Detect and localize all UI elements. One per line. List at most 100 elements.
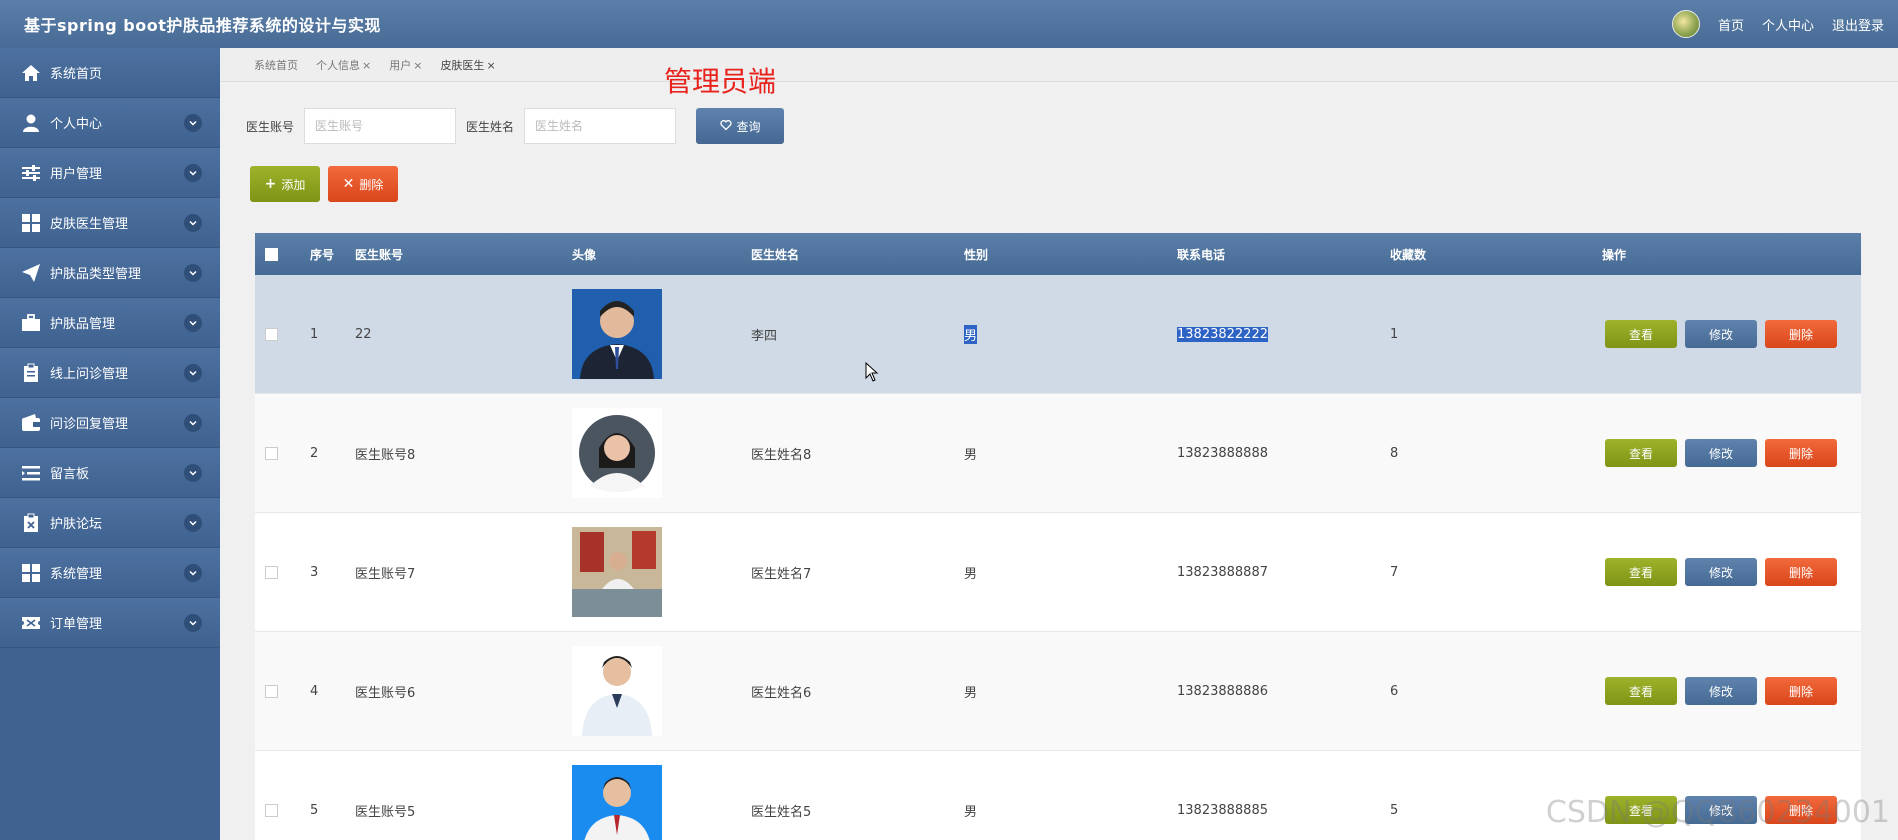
- cell-phone: 13823822222: [1177, 326, 1268, 342]
- row-checkbox[interactable]: [265, 327, 278, 341]
- table-header: 序号 医生账号 头像 医生姓名 性别 联系电话 收藏数 操作: [255, 233, 1861, 275]
- view-button[interactable]: 查看: [1605, 439, 1677, 467]
- edit-button[interactable]: 修改: [1685, 677, 1757, 705]
- sidebar-item-home[interactable]: 系统首页: [0, 48, 220, 98]
- cell-gender: 男: [964, 324, 978, 344]
- sidebar-item-consultations[interactable]: 线上问诊管理: [0, 348, 220, 398]
- chevron-down-icon[interactable]: [184, 313, 202, 332]
- row-checkbox[interactable]: [265, 565, 278, 579]
- cell-gender: 男: [964, 566, 978, 582]
- chevron-down-icon[interactable]: [184, 563, 202, 582]
- sidebar-item-product-types[interactable]: 护肤品类型管理: [0, 248, 220, 298]
- sidebar-item-label: 系统管理: [50, 567, 103, 582]
- delete-button[interactable]: 删除: [1765, 677, 1837, 705]
- doctor-photo: [572, 289, 662, 379]
- add-button[interactable]: + 添加: [250, 166, 320, 202]
- home-icon: [20, 62, 42, 84]
- nav-profile-link[interactable]: 个人中心: [1762, 15, 1814, 34]
- row-checkbox[interactable]: [265, 446, 278, 460]
- table-row[interactable]: 2 医生账号8 医生姓名8 男 13823888888 8 查看 修改 删除: [255, 394, 1861, 513]
- chevron-down-icon[interactable]: [184, 113, 202, 132]
- sidebar-item-products[interactable]: 护肤品管理: [0, 298, 220, 348]
- sidebar-item-system[interactable]: 系统管理: [0, 548, 220, 598]
- chevron-down-icon[interactable]: [184, 613, 202, 632]
- account-search-input[interactable]: [304, 108, 457, 144]
- edit-button[interactable]: 修改: [1685, 558, 1757, 586]
- chevron-down-icon[interactable]: [184, 263, 202, 282]
- sidebar-item-doctors[interactable]: 皮肤医生管理: [0, 198, 220, 248]
- header-name: 医生姓名: [751, 247, 800, 262]
- tab-bar: 系统首页 个人信息 × 用户 × 皮肤医生 ×: [220, 48, 1898, 82]
- edit-button[interactable]: 修改: [1685, 439, 1757, 467]
- cell-favorites: 8: [1390, 445, 1399, 461]
- row-checkbox[interactable]: [265, 684, 278, 698]
- sidebar-item-messages[interactable]: 留言板: [0, 448, 220, 498]
- delete-button[interactable]: 删除: [1765, 439, 1837, 467]
- header-favorites: 收藏数: [1390, 247, 1427, 262]
- header-avatar: 头像: [572, 247, 597, 262]
- sidebar: 系统首页 个人中心 用户管理 皮肤医生管理 护肤品类型管理 护肤品管理 线上问诊…: [0, 48, 220, 840]
- plus-icon: +: [264, 176, 277, 192]
- sidebar-item-label: 订单管理: [50, 617, 103, 632]
- doctor-photo: [572, 408, 662, 498]
- cell-gender: 男: [964, 685, 978, 701]
- cell-phone: 13823888888: [1177, 445, 1268, 461]
- tab-users[interactable]: 用户 ×: [389, 57, 422, 73]
- cell-name: 医生姓名5: [751, 804, 812, 820]
- sidebar-item-replies[interactable]: 问诊回复管理: [0, 398, 220, 448]
- sidebar-item-label: 问诊回复管理: [50, 417, 129, 432]
- edit-button[interactable]: 修改: [1685, 320, 1757, 348]
- row-checkbox[interactable]: [265, 803, 278, 817]
- tab-profile-info[interactable]: 个人信息 ×: [316, 57, 371, 73]
- cell-avatar: [572, 513, 662, 631]
- header-account: 医生账号: [355, 247, 404, 262]
- table-row[interactable]: 3 医生账号7 医生姓名7 男 13823888887 7 查看 修改 删除: [255, 513, 1861, 632]
- close-icon[interactable]: ×: [413, 59, 422, 72]
- view-button[interactable]: 查看: [1605, 320, 1677, 348]
- tab-home[interactable]: 系统首页: [254, 57, 298, 73]
- cell-name: 医生姓名8: [751, 447, 812, 463]
- paper-plane-icon: [20, 262, 42, 284]
- table-row[interactable]: 4 医生账号6 医生姓名6 男 13823888886 6 查看 修改 删除: [255, 632, 1861, 751]
- header-no: 序号: [310, 247, 335, 262]
- cell-account: 医生账号6: [355, 685, 416, 701]
- sidebar-item-forum[interactable]: 护肤论坛: [0, 498, 220, 548]
- chevron-down-icon[interactable]: [184, 413, 202, 432]
- tab-doctors[interactable]: 皮肤医生 ×: [440, 57, 495, 73]
- view-button[interactable]: 查看: [1605, 677, 1677, 705]
- sliders-icon: [20, 162, 42, 184]
- chevron-down-icon[interactable]: [184, 163, 202, 182]
- sidebar-item-label: 皮肤医生管理: [50, 217, 129, 232]
- query-button[interactable]: 查询: [696, 108, 785, 144]
- grid-icon: [20, 212, 42, 234]
- doctor-table: 序号 医生账号 头像 医生姓名 性别 联系电话 收藏数 操作 1 22 李四 男…: [255, 233, 1861, 840]
- select-all-checkbox[interactable]: [265, 247, 278, 261]
- delete-button[interactable]: 删除: [1765, 320, 1837, 348]
- close-icon[interactable]: ×: [486, 59, 495, 72]
- chevron-down-icon[interactable]: [184, 463, 202, 482]
- batch-delete-button[interactable]: ✕ 删除: [328, 166, 398, 202]
- sidebar-item-label: 个人中心: [50, 117, 103, 132]
- view-button[interactable]: 查看: [1605, 558, 1677, 586]
- sidebar-item-profile[interactable]: 个人中心: [0, 98, 220, 148]
- cell-favorites: 1: [1390, 326, 1399, 342]
- delete-button[interactable]: 删除: [1765, 558, 1837, 586]
- close-icon[interactable]: ×: [362, 59, 371, 72]
- name-search-input[interactable]: [524, 108, 677, 144]
- wallet-icon: [20, 412, 42, 434]
- chevron-down-icon[interactable]: [184, 213, 202, 232]
- chevron-down-icon[interactable]: [184, 513, 202, 532]
- sidebar-item-users[interactable]: 用户管理: [0, 148, 220, 198]
- sidebar-item-orders[interactable]: 订单管理: [0, 598, 220, 648]
- list-icon: [20, 462, 42, 484]
- nav-logout-link[interactable]: 退出登录: [1832, 15, 1884, 34]
- user-avatar[interactable]: [1671, 10, 1700, 38]
- cell-favorites: 6: [1390, 683, 1399, 699]
- sidebar-item-label: 系统首页: [50, 67, 103, 82]
- cell-gender: 男: [964, 447, 978, 463]
- chevron-down-icon[interactable]: [184, 363, 202, 382]
- admin-role-label: 管理员端: [664, 65, 777, 98]
- nav-home-link[interactable]: 首页: [1718, 15, 1744, 34]
- header-operations: 操作: [1602, 247, 1627, 262]
- table-row[interactable]: 1 22 李四 男 13823822222 1 查看 修改 删除: [255, 275, 1861, 394]
